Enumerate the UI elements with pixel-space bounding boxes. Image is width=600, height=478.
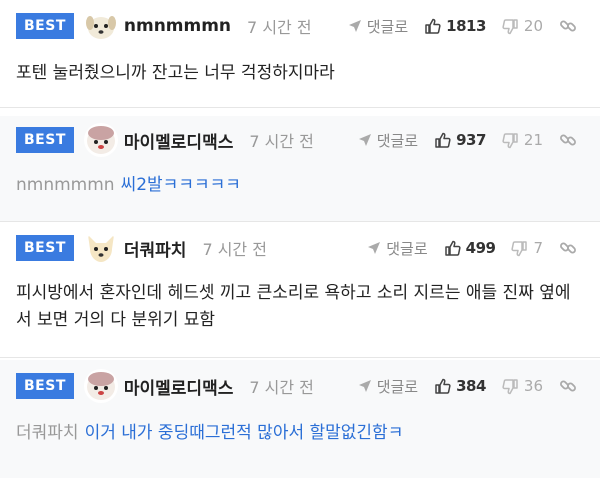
like-button[interactable]: 937 <box>434 131 486 149</box>
thumbs-up-icon <box>444 240 461 256</box>
comment-header: BEST nmnmmmn 7 시간 전 댓글로 1813 20 <box>16 6 582 46</box>
comment-time: 7 시간 전 <box>249 378 314 397</box>
author-nickname[interactable]: 더쿼파치 <box>124 236 187 261</box>
dislike-button[interactable]: 20 <box>502 17 543 35</box>
dislike-count: 20 <box>523 17 543 35</box>
like-button[interactable]: 1813 <box>424 17 486 35</box>
comment-item: BEST nmnmmmn 7 시간 전 댓글로 1813 20 포텐 눌러줬으니… <box>0 6 600 108</box>
reply-label: 댓글로 <box>376 131 419 150</box>
thumbs-up-icon <box>435 132 451 148</box>
thumbs-down-icon <box>502 132 518 148</box>
comment-actions: 댓글로 937 21 <box>358 120 582 160</box>
comment-item: BEST 마이멜로디맥스 7 시간 전 댓글로 384 36 더쿼파치이거 내 <box>0 360 600 478</box>
dislike-count: 21 <box>523 131 543 149</box>
link-button[interactable] <box>559 377 582 395</box>
thumbs-up-icon <box>425 18 441 34</box>
comment-text: 피시방에서 혼자인데 헤드셋 끼고 큰소리로 욕하고 소리 지르는 애들 진짜 … <box>16 283 571 330</box>
send-arrow-icon <box>368 242 381 254</box>
comment-header: BEST 더쿼파치 7 시간 전 댓글로 499 7 <box>16 228 582 268</box>
link-button[interactable] <box>559 131 582 149</box>
best-badge: BEST <box>16 13 74 39</box>
reply-button[interactable]: 댓글로 <box>358 130 418 151</box>
link-icon <box>560 134 576 146</box>
dislike-count: 36 <box>523 377 543 395</box>
melody-avatar-icon[interactable] <box>83 123 118 157</box>
dog-avatar-icon[interactable] <box>83 231 118 265</box>
link-icon <box>560 20 576 32</box>
reply-button[interactable]: 댓글로 <box>358 376 418 397</box>
thumbs-up-icon <box>435 378 451 394</box>
dislike-button[interactable]: 36 <box>502 377 543 395</box>
like-count: 384 <box>456 377 486 395</box>
comment-time: 7 시간 전 <box>247 18 312 37</box>
send-arrow-icon <box>358 134 371 146</box>
thumbs-down-icon <box>502 18 518 34</box>
comment-item: BEST 마이멜로디맥스 7 시간 전 댓글로 937 21 nmnmmmn씨 <box>0 116 600 222</box>
like-count: 499 <box>465 239 496 257</box>
send-arrow-icon <box>358 380 371 392</box>
reply-button[interactable]: 댓글로 <box>367 238 428 259</box>
author-nickname[interactable]: 마이멜로디맥스 <box>124 374 233 399</box>
dislike-button[interactable]: 7 <box>511 239 543 257</box>
reply-mention[interactable]: nmnmmmn <box>16 175 115 195</box>
thumbs-down-icon <box>502 378 518 394</box>
reply-label: 댓글로 <box>386 239 428 258</box>
like-button[interactable]: 384 <box>434 377 486 395</box>
reply-mention[interactable]: 더쿼파치 <box>16 423 79 443</box>
comment-actions: 댓글로 384 36 <box>358 366 582 406</box>
dislike-count: 7 <box>533 239 543 257</box>
puppy-avatar-icon[interactable] <box>83 9 118 43</box>
comment-item: BEST 더쿼파치 7 시간 전 댓글로 499 7 피시방에서 혼자인데 헤드… <box>0 224 600 358</box>
thumbs-down-icon <box>511 240 528 256</box>
best-badge: BEST <box>16 235 74 261</box>
link-button[interactable] <box>559 17 582 35</box>
comment-time: 7 시간 전 <box>249 132 314 151</box>
comment-actions: 댓글로 1813 20 <box>348 6 582 46</box>
like-button[interactable]: 499 <box>444 239 496 257</box>
best-badge: BEST <box>16 127 74 153</box>
comment-text: 이거 내가 중딩때그런적 많아서 할말없긴함ㅋ <box>84 423 404 443</box>
comment-body: nmnmmmn 씨2발ㅋㅋㅋㅋㅋ <box>16 160 582 209</box>
like-count: 1813 <box>446 17 486 35</box>
comment-text: 포텐 눌러줬으니까 잔고는 너무 걱정하지마라 <box>16 63 335 83</box>
comment-body: 더쿼파치 이거 내가 중딩때그런적 많아서 할말없긴함ㅋ <box>16 406 582 457</box>
comment-text: 씨2발ㅋㅋㅋㅋㅋ <box>120 175 241 195</box>
send-arrow-icon <box>348 20 361 32</box>
author-nickname[interactable]: 마이멜로디맥스 <box>124 128 233 153</box>
author-nickname[interactable]: nmnmmmn <box>124 16 231 36</box>
like-count: 937 <box>456 131 486 149</box>
dislike-button[interactable]: 21 <box>502 131 543 149</box>
reply-label: 댓글로 <box>376 377 419 396</box>
link-button[interactable] <box>559 239 582 257</box>
comment-header: BEST 마이멜로디맥스 7 시간 전 댓글로 937 21 <box>16 120 582 160</box>
comment-time: 7 시간 전 <box>202 240 267 259</box>
link-icon <box>560 242 576 254</box>
link-icon <box>560 380 576 392</box>
best-badge: BEST <box>16 373 74 399</box>
reply-label: 댓글로 <box>366 17 409 36</box>
reply-button[interactable]: 댓글로 <box>348 16 408 37</box>
comment-actions: 댓글로 499 7 <box>367 228 582 268</box>
comment-header: BEST 마이멜로디맥스 7 시간 전 댓글로 384 36 <box>16 366 582 406</box>
melody-avatar-icon[interactable] <box>83 369 118 403</box>
